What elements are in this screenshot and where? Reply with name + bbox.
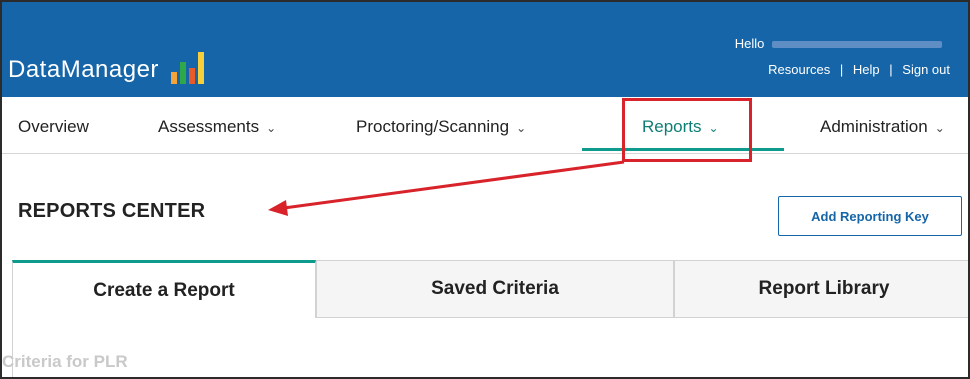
nav-label: Administration	[820, 117, 928, 136]
utility-links: Resources | Help | Sign out	[768, 62, 950, 77]
user-greeting: Hello	[735, 36, 942, 51]
redacted-user-name	[772, 41, 942, 49]
top-header: DataManager Hello Resources | Help | Sig…	[2, 2, 968, 97]
chevron-down-icon: ⌄	[934, 121, 945, 135]
help-link[interactable]: Help	[853, 62, 880, 77]
greeting-text: Hello	[734, 36, 765, 51]
tab-create-a-report[interactable]: Create a Report	[12, 260, 316, 318]
nav-label: Proctoring/Scanning	[356, 117, 510, 136]
nav-item-assessments[interactable]: Assessments ⌄	[158, 117, 276, 137]
main-navigation: Overview Assessments ⌄ Proctoring/Scannin…	[2, 97, 968, 154]
link-separator: |	[889, 62, 893, 77]
sign-out-link[interactable]: Sign out	[902, 62, 950, 77]
report-tabs: Create a Report Saved Criteria Report Li…	[12, 260, 968, 318]
link-separator: |	[839, 62, 844, 77]
resources-link[interactable]: Resources	[768, 62, 830, 77]
screenshot-frame: DataManager Hello Resources | Help | Sig…	[0, 0, 970, 379]
nav-label: Assessments	[158, 117, 260, 136]
tab-saved-criteria[interactable]: Saved Criteria	[316, 260, 674, 318]
nav-label: Overview	[18, 117, 89, 136]
datamanager-logo[interactable]: DataManager	[8, 48, 204, 84]
criteria-section-label: Criteria for PLR	[2, 352, 128, 371]
nav-item-administration[interactable]: Administration ⌄	[820, 117, 945, 137]
logo-bars-icon	[170, 50, 204, 84]
annotation-highlight-box	[622, 98, 752, 162]
nav-item-overview[interactable]: Overview	[18, 117, 89, 137]
page-title: REPORTS CENTER	[18, 200, 206, 222]
nav-item-proctoring-scanning[interactable]: Proctoring/Scanning ⌄	[356, 117, 526, 137]
chevron-down-icon: ⌄	[516, 121, 527, 135]
tab-report-library[interactable]: Report Library	[674, 260, 968, 318]
logo-text: DataManager	[8, 56, 159, 83]
chevron-down-icon: ⌄	[266, 121, 277, 135]
add-reporting-key-button[interactable]: Add Reporting Key	[778, 196, 962, 236]
